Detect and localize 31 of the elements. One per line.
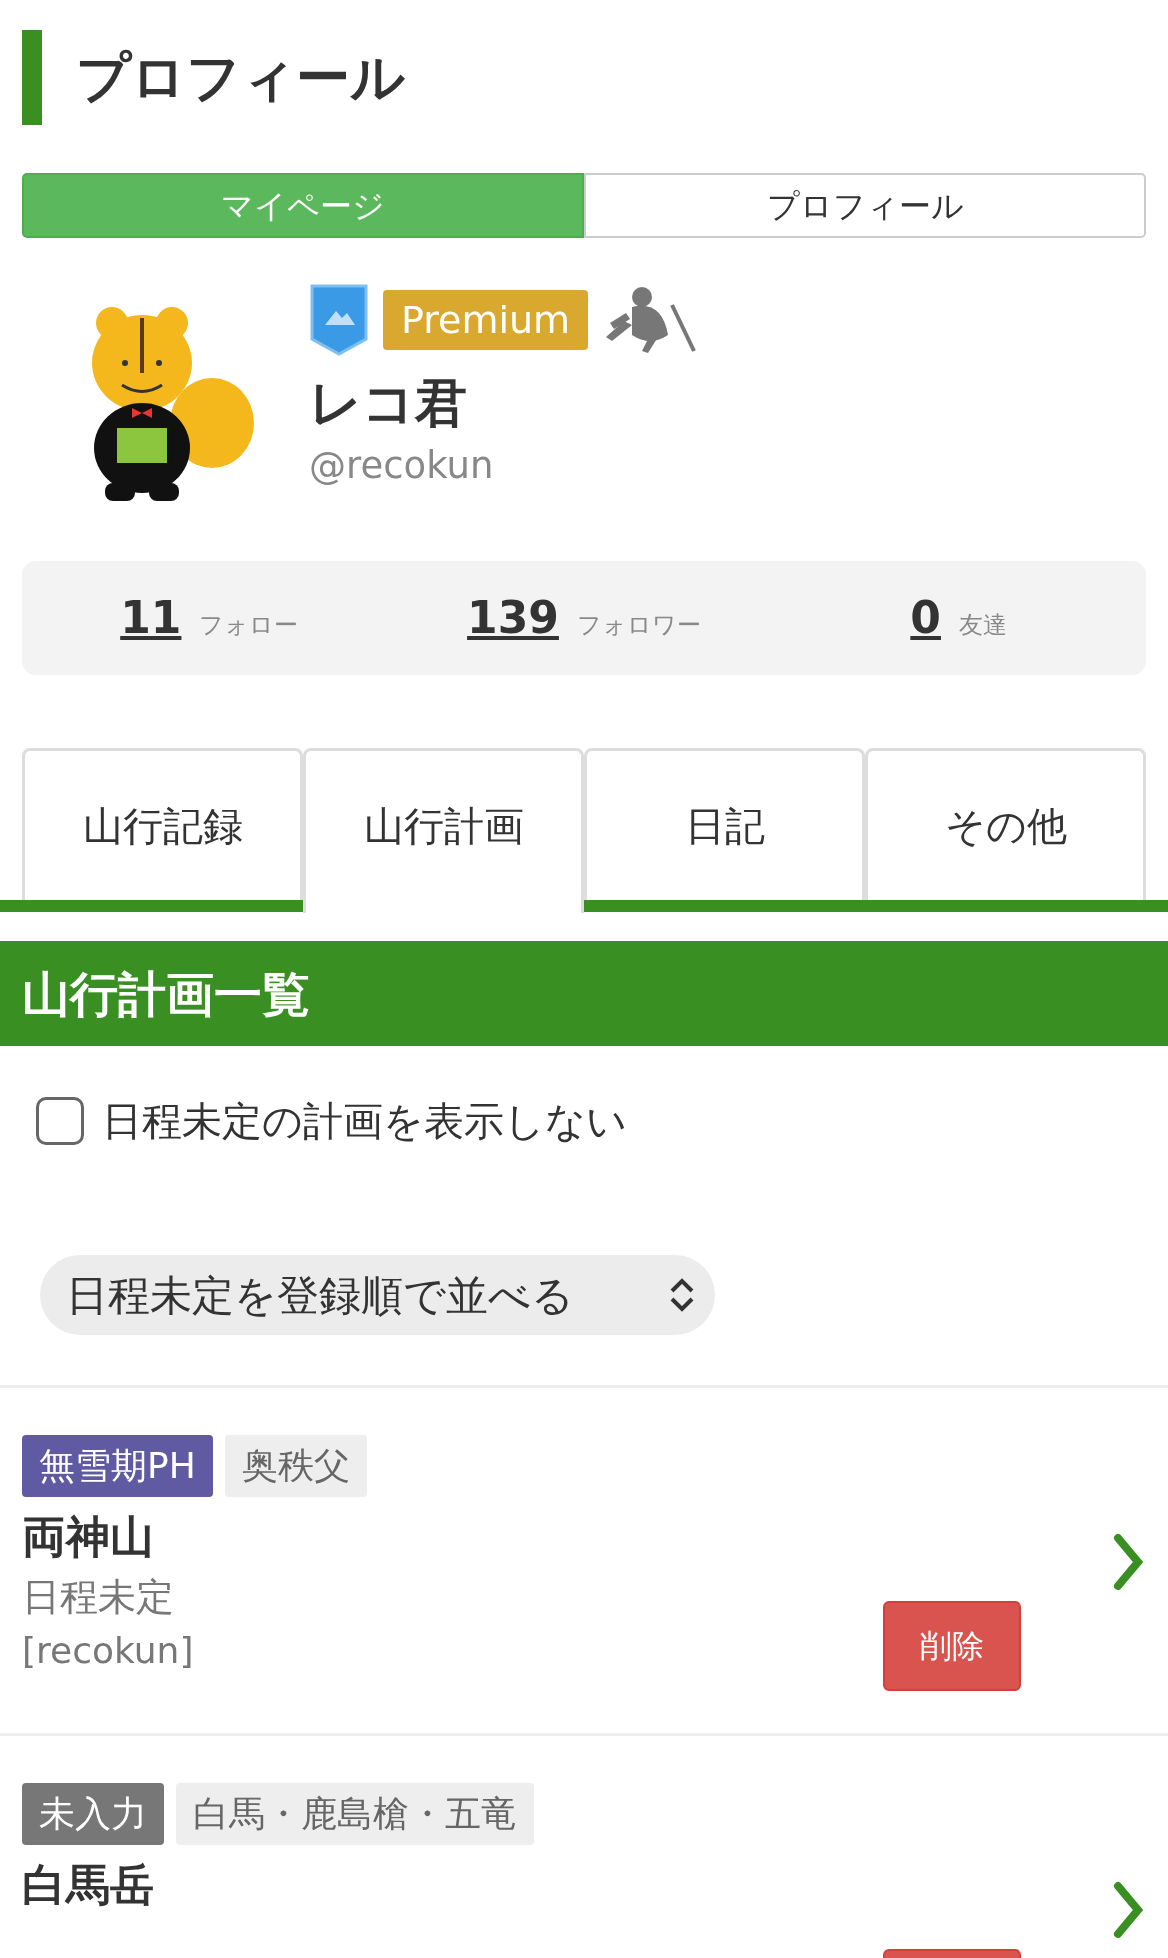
page-title: プロフィール [76, 45, 405, 111]
content-tab[interactable]: 日記 [584, 748, 865, 900]
view-switch-tab[interactable]: プロフィール [584, 173, 1146, 238]
section-header: 山行計画一覧 [0, 941, 1168, 1046]
checkbox[interactable] [36, 1097, 84, 1145]
stat-count-link[interactable]: 11 [120, 585, 182, 651]
user-handle: @recokun [309, 443, 495, 489]
stat-count-link[interactable]: 139 [467, 585, 559, 651]
stat-count-link[interactable]: 0 [910, 585, 941, 651]
chevron-right-icon [1112, 1881, 1144, 1939]
chevron-right-icon [1112, 1533, 1144, 1591]
plan-tag: 無雪期PH [22, 1435, 213, 1497]
checkbox-label: 日程未定の計画を表示しない [102, 1097, 627, 1146]
sort-select[interactable]: 日程未定を登録順で並べる [40, 1255, 715, 1335]
stat-label: フォロー [199, 610, 299, 641]
plan-author: [recokun] [22, 1628, 194, 1673]
plan-date: 日程未定 [22, 1574, 174, 1621]
plan-tag: 未入力 [22, 1783, 164, 1845]
content-tab[interactable]: 山行記録 [22, 748, 303, 900]
shield-badge-icon [309, 283, 369, 357]
plan-title: 白馬岳 [22, 1858, 154, 1912]
stat-label: フォロワー [576, 610, 701, 641]
content-tab[interactable]: その他 [865, 748, 1146, 900]
delete-button[interactable]: 削除 [883, 1601, 1021, 1691]
premium-badge: Premium [383, 290, 589, 350]
plan-tag: 奥秩父 [224, 1435, 367, 1497]
content-tab[interactable]: 山行計画 [303, 748, 584, 913]
stat-label: 友達 [958, 610, 1007, 641]
plan-title: 両神山 [22, 1510, 154, 1564]
plan-tag: 白馬・鹿島槍・五竜 [176, 1783, 534, 1845]
user-name: レコ君 [309, 372, 468, 435]
